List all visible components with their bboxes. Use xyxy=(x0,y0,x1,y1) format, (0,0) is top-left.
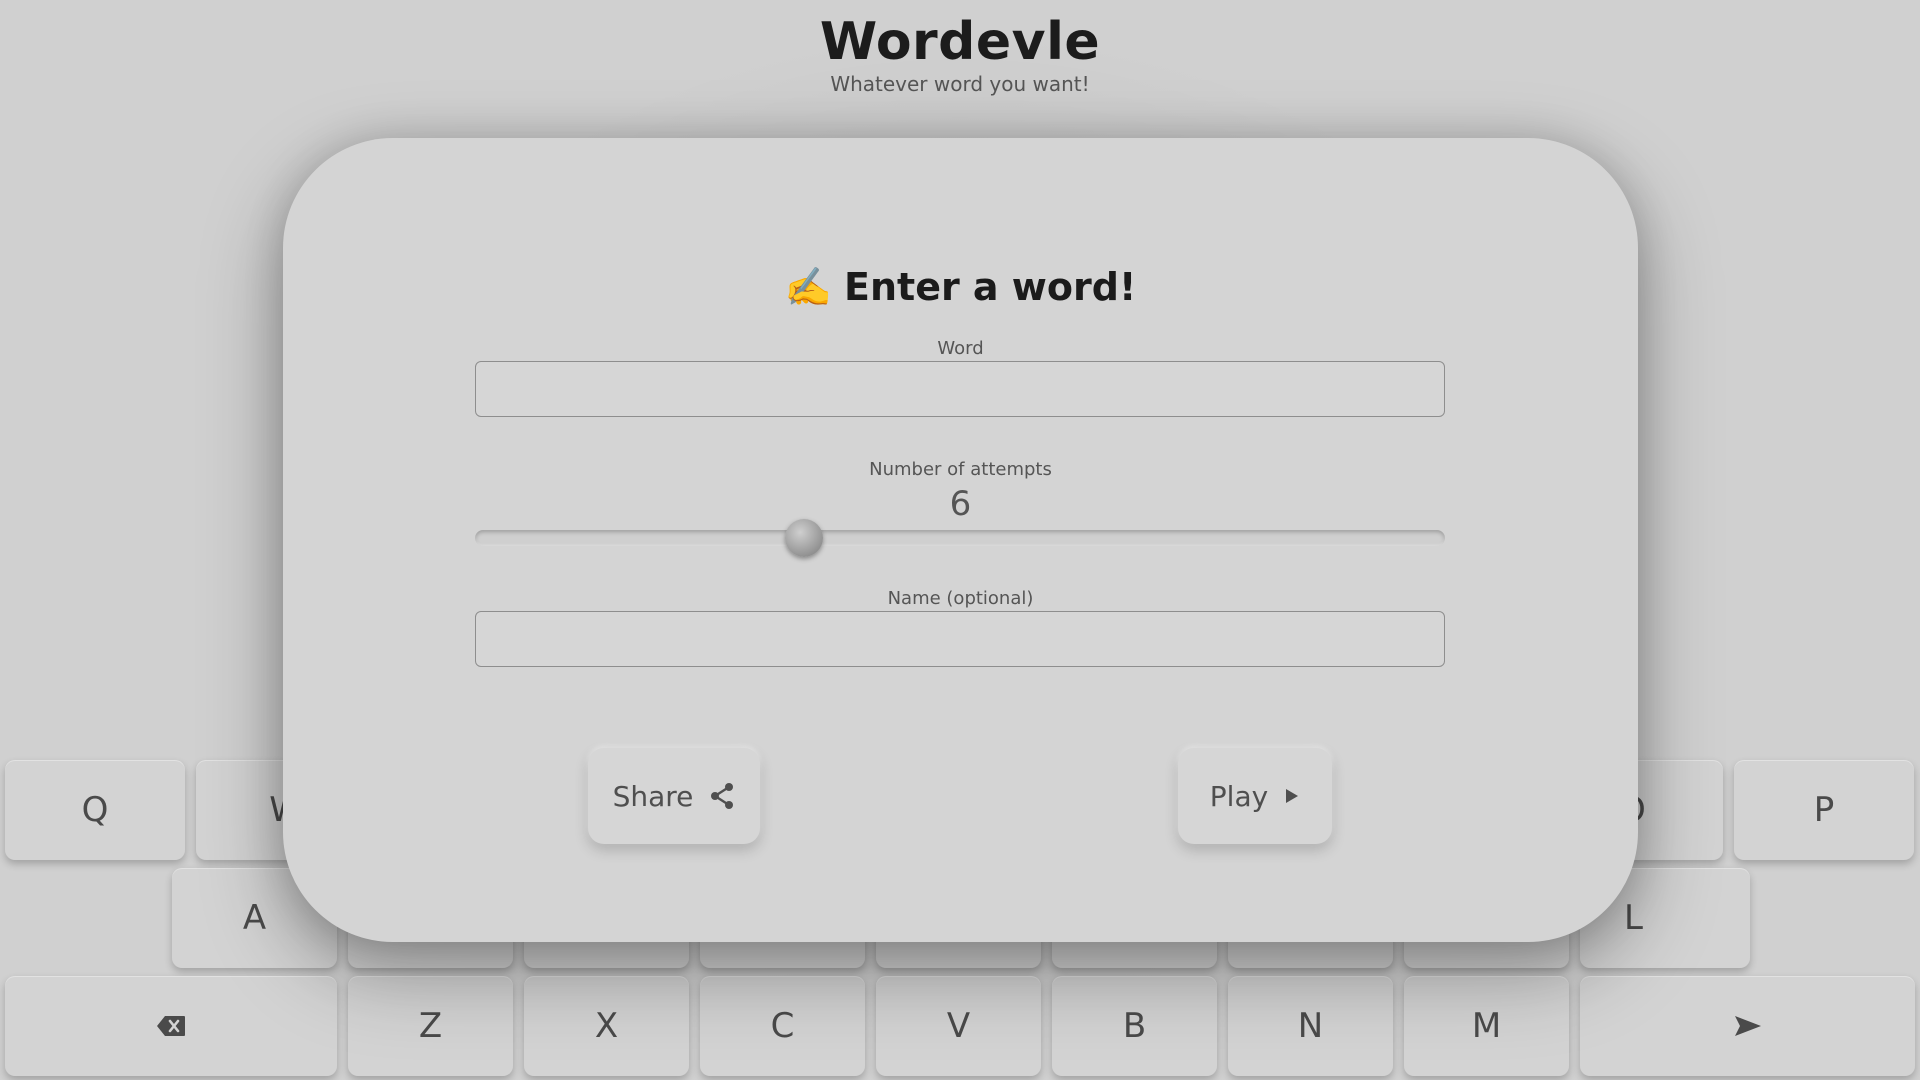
word-label: Word xyxy=(937,338,984,359)
attempts-label: Number of attempts xyxy=(869,459,1052,480)
name-input[interactable] xyxy=(475,611,1445,667)
page-header: Wordevle Whatever word you want! xyxy=(0,0,1920,96)
dialog-heading-text: Enter a word! xyxy=(844,265,1137,309)
key-n[interactable]: N xyxy=(1228,976,1393,1076)
key-q[interactable]: Q xyxy=(5,760,185,860)
key-c[interactable]: C xyxy=(700,976,865,1076)
play-button[interactable]: Play xyxy=(1178,748,1332,844)
key-z[interactable]: Z xyxy=(348,976,513,1076)
app-title: Wordevle xyxy=(819,12,1101,72)
word-input[interactable] xyxy=(475,361,1445,417)
play-icon xyxy=(1286,789,1299,803)
name-label: Name (optional) xyxy=(887,588,1034,609)
attempts-slider-thumb[interactable] xyxy=(785,519,823,557)
key-enter[interactable] xyxy=(1580,976,1915,1076)
attempts-value: 6 xyxy=(949,484,972,524)
key-b[interactable]: B xyxy=(1052,976,1217,1076)
share-button[interactable]: Share xyxy=(588,748,760,844)
share-label: Share xyxy=(612,779,694,813)
key-m[interactable]: M xyxy=(1404,976,1569,1076)
key-x[interactable]: X xyxy=(524,976,689,1076)
key-backspace[interactable] xyxy=(5,976,337,1076)
play-label: Play xyxy=(1209,779,1269,813)
dialog-heading: ✍️ Enter a word! xyxy=(283,265,1638,310)
share-icon xyxy=(711,783,734,809)
send-icon xyxy=(1734,1016,1761,1036)
key-v[interactable]: V xyxy=(876,976,1041,1076)
key-p[interactable]: P xyxy=(1734,760,1914,860)
create-word-dialog: ✍️ Enter a word! Word Number of attempts … xyxy=(283,138,1638,942)
attempts-slider-track[interactable] xyxy=(475,530,1445,546)
writing-hand-emoji: ✍️ xyxy=(784,265,833,309)
backspace-icon xyxy=(157,1016,185,1036)
app-subtitle: Whatever word you want! xyxy=(830,72,1090,96)
